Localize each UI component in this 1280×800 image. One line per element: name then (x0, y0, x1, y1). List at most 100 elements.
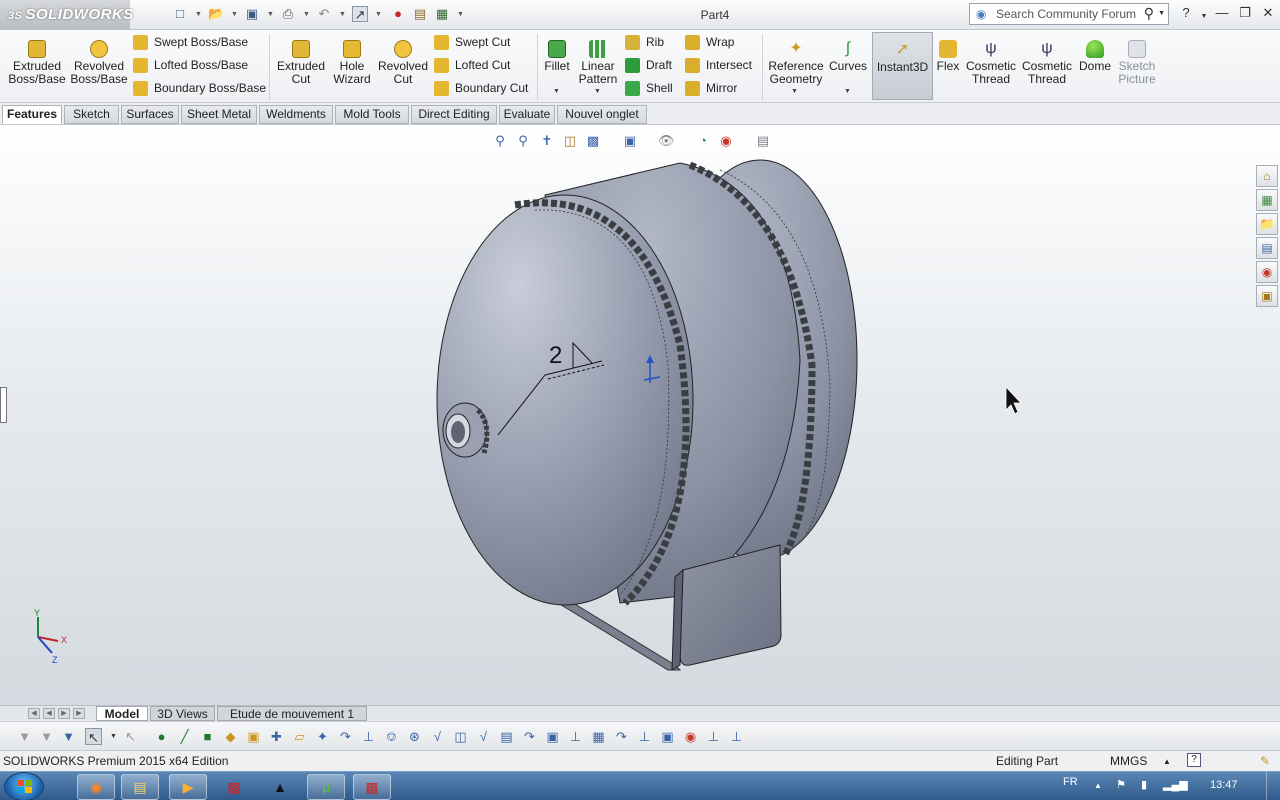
revolved-boss-base-button[interactable]: Revolved Boss/Base (70, 40, 128, 86)
filter-surface-finish-icon[interactable]: √ (429, 728, 446, 745)
filter-blocks-icon[interactable]: ▦ (590, 728, 607, 745)
linear-pattern-dropdown-icon[interactable]: ▼ (594, 88, 601, 95)
select-dropdown-icon[interactable]: ▼ (105, 728, 122, 745)
action-center-icon[interactable]: ⚑ (1116, 778, 1126, 791)
firefox-taskbar-button[interactable]: ◉ (77, 774, 115, 800)
dome-button[interactable]: Dome (1076, 40, 1114, 73)
units-dropdown-icon[interactable]: ▲ (1163, 757, 1171, 766)
filter-solid-bodies-icon[interactable]: ◆ (222, 728, 239, 745)
clock[interactable]: 13:47 (1210, 779, 1238, 791)
filter-datum-features-icon[interactable]: ▤ (498, 728, 515, 745)
extruded-cut-button[interactable]: Extruded Cut (274, 40, 328, 86)
solidworks-active-taskbar-button[interactable]: ▩ (353, 774, 391, 800)
filter-icon[interactable]: ▼ (16, 728, 33, 745)
first-tab-icon[interactable]: ◀ (28, 708, 40, 719)
select-arrow-icon[interactable]: ↖ (85, 728, 102, 745)
flex-button[interactable]: Flex (935, 40, 961, 73)
search-community-forum-input[interactable]: ◉ Search Community Forum ⚲ ▼ (969, 3, 1169, 25)
graphics-area[interactable]: ⚲ ⚲ ✝ ◫ ▩ ▣ 👁 ◔ ◉ ▤ ◫ ◬ — ❐ ✕ ⌂ ▦ 📁 ▤ ◉ … (0, 125, 1280, 705)
filter-weld-symbols-icon[interactable]: ↷ (521, 728, 538, 745)
boundary-boss-base-button[interactable]: Boundary Boss/Base (133, 78, 266, 98)
solidworks-taskbar-button[interactable]: ▩ (215, 774, 253, 800)
filter-notes-icon[interactable]: √ (475, 728, 492, 745)
filter-ground-icon[interactable]: ⊥ (728, 728, 745, 745)
last-tab-icon[interactable]: ▶ (73, 708, 85, 719)
network-icon[interactable]: ▂▄▆ (1163, 778, 1188, 791)
filter-midpoints-icon[interactable]: ⊥ (360, 728, 377, 745)
filter-dimensions-icon[interactable]: ⊛ (406, 728, 423, 745)
cosmetic-thread-button-2[interactable]: ψ Cosmetic Thread (1020, 40, 1074, 86)
tab-evaluate[interactable]: Evaluate (499, 105, 555, 124)
fillet-dropdown-icon[interactable]: ▼ (553, 88, 560, 95)
utorrent-taskbar-button[interactable]: μ (307, 774, 345, 800)
filter-dowel-pins-icon[interactable]: ↷ (613, 728, 630, 745)
search-icon[interactable]: ⚲ (1144, 5, 1154, 22)
filter-geometric-tolerance-icon[interactable]: ◫ (452, 728, 469, 745)
language-indicator[interactable]: FR (1063, 776, 1078, 788)
lofted-boss-base-button[interactable]: Lofted Boss/Base (133, 55, 248, 75)
hole-wizard-button[interactable]: Hole Wizard (328, 40, 376, 86)
unit-system-selector[interactable]: MMGS (1110, 754, 1147, 768)
filter-datum-targets-icon[interactable]: ▣ (544, 728, 561, 745)
sketch-picture-button[interactable]: Sketch Picture (1116, 40, 1158, 86)
reference-geometry-dropdown-icon[interactable]: ▼ (791, 88, 798, 95)
tab-motion-study[interactable]: Etude de mouvement 1 (217, 706, 367, 721)
tab-surfaces[interactable]: Surfaces (121, 105, 179, 124)
lofted-cut-button[interactable]: Lofted Cut (434, 55, 510, 75)
revolved-cut-button[interactable]: Revolved Cut (378, 40, 428, 86)
minimize-icon[interactable]: — (1213, 6, 1231, 22)
tab-sketch[interactable]: Sketch (64, 105, 119, 124)
linear-pattern-button[interactable]: Linear Pattern (576, 40, 620, 86)
filter-faces-icon[interactable]: ■ (199, 728, 216, 745)
mirror-button[interactable]: Mirror (685, 78, 737, 98)
close-icon[interactable]: ✕ (1259, 6, 1277, 22)
curves-button[interactable]: ∫ Curves (828, 40, 868, 73)
help-icon[interactable]: ? (1177, 6, 1195, 22)
notification-icon[interactable]: ✎ (1260, 754, 1270, 768)
filter-planes-icon[interactable]: ▱ (291, 728, 308, 745)
instant3d-button[interactable]: ➚ Instant3D (872, 32, 933, 100)
reference-geometry-button[interactable]: ✦ Reference Geometry (766, 40, 826, 86)
acrobat-taskbar-button[interactable]: ▲ (261, 774, 299, 800)
draft-button[interactable]: Draft (625, 55, 672, 75)
shell-button[interactable]: Shell (625, 78, 673, 98)
cosmetic-thread-button[interactable]: ψ Cosmetic Thread (964, 40, 1018, 86)
tab-sheet-metal[interactable]: Sheet Metal (181, 105, 257, 124)
filter-routing-points-icon[interactable]: ▣ (659, 728, 676, 745)
intersect-button[interactable]: Intersect (685, 55, 752, 75)
restore-icon[interactable]: ❐ (1236, 6, 1254, 22)
filter-connection-points-icon[interactable]: ⊥ (636, 728, 653, 745)
filter-toggle-icon[interactable]: ▼ (38, 728, 55, 745)
battery-icon[interactable]: ▮ (1141, 778, 1147, 791)
tab-direct-editing[interactable]: Direct Editing (411, 105, 497, 124)
next-tab-icon[interactable]: ▶ (58, 708, 70, 719)
tab-mold-tools[interactable]: Mold Tools (335, 105, 409, 124)
status-help-icon[interactable]: ? (1187, 753, 1201, 767)
pressure-tank-model[interactable]: 2 Y X Z (0, 125, 1280, 705)
search-dropdown-icon[interactable]: ▼ (1158, 10, 1165, 17)
swept-boss-base-button[interactable]: Swept Boss/Base (133, 32, 248, 52)
prev-tab-icon[interactable]: ◀ (43, 708, 55, 719)
filter-edges-icon[interactable]: ╱ (176, 728, 193, 745)
filter-sketch-segments-icon[interactable]: ↷ (337, 728, 354, 745)
tab-model[interactable]: Model (96, 706, 148, 721)
media-player-taskbar-button[interactable]: ▶ (169, 774, 207, 800)
filter-axes-icon[interactable]: ✚ (268, 728, 285, 745)
filter-sketch-points-icon[interactable]: ✦ (314, 728, 331, 745)
filter-surface-bodies-icon[interactable]: ▣ (245, 728, 262, 745)
tab-3d-views[interactable]: 3D Views (150, 706, 215, 721)
filter-cosmetic-threads-icon[interactable]: ⊥ (567, 728, 584, 745)
clear-filters-icon[interactable]: ▼ (60, 728, 77, 745)
tab-features[interactable]: Features (2, 105, 62, 124)
tab-weldments[interactable]: Weldments (259, 105, 333, 124)
extruded-boss-base-button[interactable]: Extruded Boss/Base (8, 40, 66, 86)
rib-button[interactable]: Rib (625, 32, 664, 52)
curves-dropdown-icon[interactable]: ▼ (844, 88, 851, 95)
fillet-button[interactable]: Fillet (540, 40, 574, 73)
swept-cut-button[interactable]: Swept Cut (434, 32, 510, 52)
wrap-button[interactable]: Wrap (685, 32, 734, 52)
filter-weld-bead-icon[interactable]: ⊥ (705, 728, 722, 745)
explorer-taskbar-button[interactable]: ▤ (121, 774, 159, 800)
filter-vertices-icon[interactable]: ● (153, 728, 170, 745)
select-other-icon[interactable]: ↖ (122, 728, 139, 745)
